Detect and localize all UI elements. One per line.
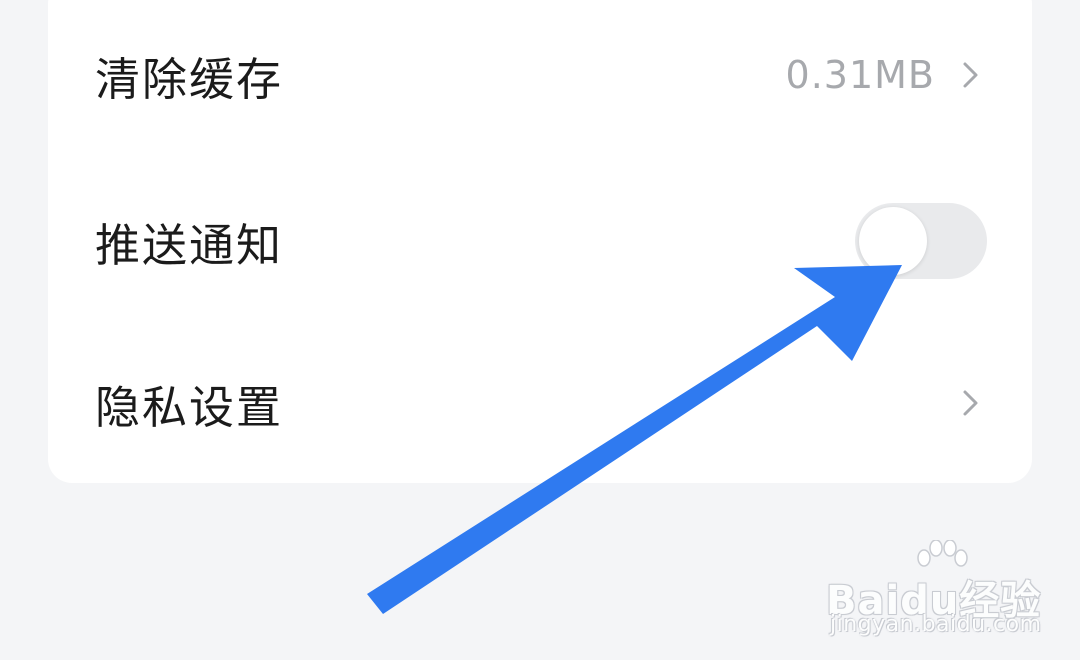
privacy-settings-label: 隐私设置 <box>95 380 284 434</box>
chevron-right-icon <box>963 390 978 416</box>
settings-card: 清除缓存 0.31MB 推送通知 隐私设置 <box>48 0 1032 483</box>
watermark-url: jingyan.baidu.com <box>830 612 1042 637</box>
chevron-right-icon <box>963 62 978 88</box>
privacy-settings-row[interactable]: 隐私设置 <box>48 320 1032 486</box>
clear-cache-label: 清除缓存 <box>95 52 284 106</box>
push-notifications-label: 推送通知 <box>95 218 284 272</box>
toggle-knob <box>859 207 927 275</box>
cache-size-value: 0.31MB <box>785 53 935 97</box>
watermark: Baidu经验 jingyan.baidu.com <box>826 540 1056 640</box>
clear-cache-row[interactable]: 清除缓存 0.31MB <box>48 0 1032 158</box>
push-notifications-toggle[interactable] <box>855 203 987 279</box>
push-notifications-row: 推送通知 <box>48 158 1032 324</box>
